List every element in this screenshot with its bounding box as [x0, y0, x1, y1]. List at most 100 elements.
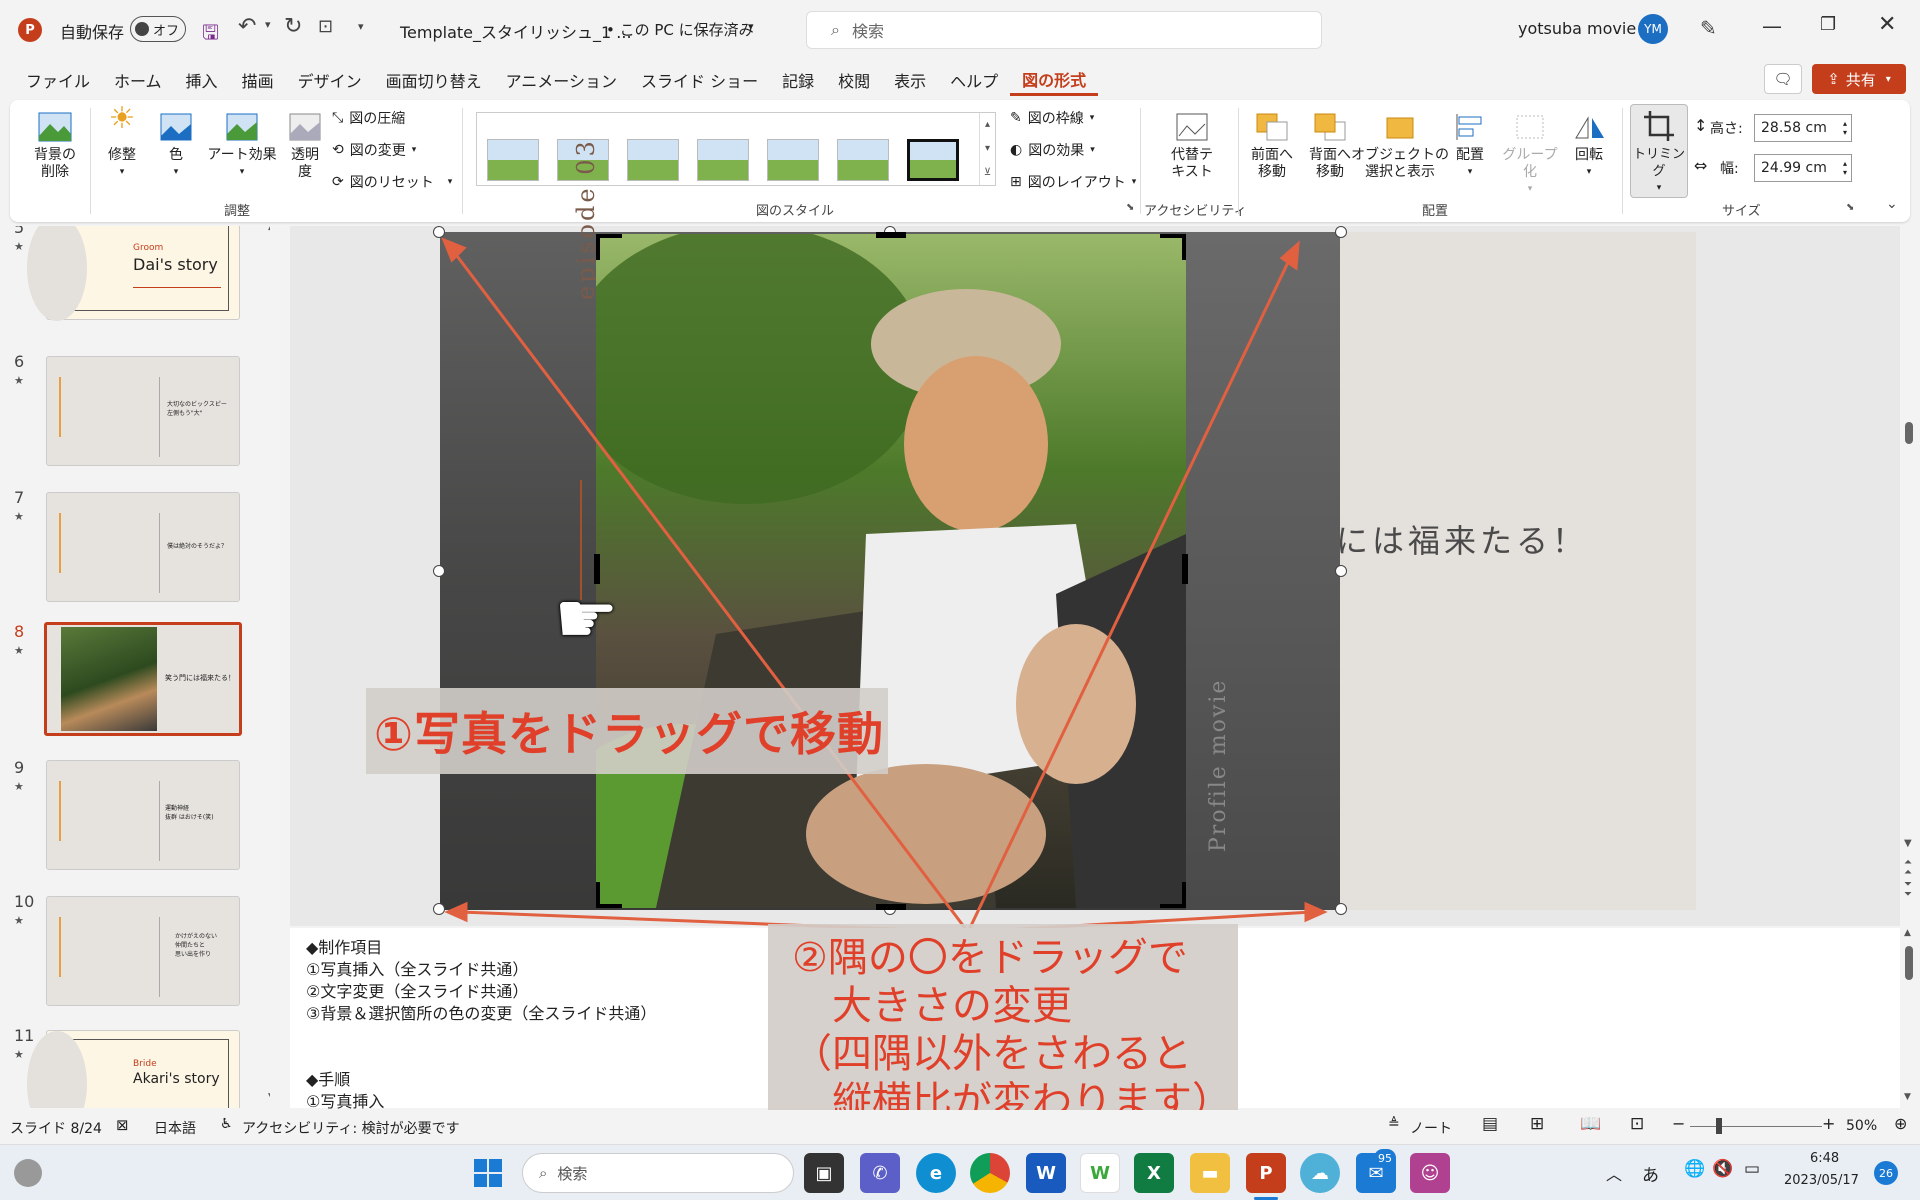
zoom-slider-thumb[interactable] — [1716, 1118, 1722, 1134]
search-box[interactable]: ⌕ 検索 — [806, 11, 1322, 49]
chevron-up-icon[interactable]: ▴ — [980, 113, 995, 137]
notification-badge[interactable]: 26 — [1874, 1161, 1898, 1185]
pen-icon[interactable]: ✎ — [1700, 16, 1717, 40]
cloud-app-icon[interactable]: ☁ — [1300, 1153, 1340, 1193]
widgets-icon[interactable] — [14, 1159, 42, 1187]
tab-draw[interactable]: 描画 — [230, 64, 286, 96]
slide-thumbnail-6[interactable]: 大切なのビックスピー 左側もう"大" — [46, 356, 240, 466]
slide-thumbnail-5[interactable]: Groom Dai's story — [27, 226, 240, 321]
scrollbar-thumb[interactable] — [1905, 422, 1913, 444]
photo[interactable] — [596, 234, 1186, 908]
language-indicator[interactable]: 日本語 — [154, 1118, 196, 1138]
height-input[interactable]: 28.58 cm ▴ ▾ — [1754, 114, 1852, 142]
tab-review[interactable]: 校閲 — [826, 64, 882, 96]
dialog-launcher-icon[interactable]: ⬊ — [1846, 202, 1854, 213]
scroll-down-icon[interactable]: ▼ — [1904, 838, 1912, 849]
slide-thumbnail-9[interactable]: 運動神経 抜群 はおけそ(笑) — [46, 760, 240, 870]
character-app-icon[interactable]: ☺ — [1410, 1153, 1450, 1193]
spinner-icon[interactable]: ▴ ▾ — [1843, 159, 1847, 177]
editor-scrollbar[interactable]: ▼ ⏶ ⏶ ⏷ ⏷ — [1900, 226, 1920, 908]
file-explorer-icon[interactable]: ▬ — [1190, 1153, 1230, 1193]
crop-button[interactable]: トリミング ▾ — [1630, 104, 1688, 198]
picture-style-7[interactable] — [907, 139, 959, 181]
remove-background-button[interactable]: 背景の 削除 — [26, 110, 84, 181]
task-view-icon[interactable]: ▣ — [804, 1153, 844, 1193]
avatar[interactable]: YM — [1638, 14, 1668, 44]
show-hidden-icons-icon[interactable]: ︿ — [1606, 1161, 1622, 1185]
normal-view-icon[interactable]: ▤ — [1482, 1114, 1498, 1134]
tab-slideshow[interactable]: スライド ショー — [629, 64, 770, 96]
chevron-down-icon[interactable]: ▾ — [980, 137, 995, 161]
compress-pictures-button[interactable]: ⤡ 図の圧縮 — [332, 108, 405, 128]
zoom-slider[interactable] — [1690, 1126, 1822, 1127]
accessibility-status[interactable]: アクセシビリティ: 検討が必要です — [242, 1118, 460, 1138]
picture-style-1[interactable] — [487, 139, 539, 181]
edge-icon[interactable]: e — [916, 1153, 956, 1193]
previous-slide-icon[interactable]: ⏶ ⏶ — [1904, 858, 1912, 878]
present-icon[interactable]: ⊡ — [318, 16, 333, 37]
picture-effects-button[interactable]: ◐ 図の効果 ▾ — [1010, 140, 1095, 160]
scroll-up-icon[interactable]: ▲ — [1904, 928, 1911, 938]
crop-handle-right[interactable] — [1182, 554, 1188, 584]
undo-dropdown-icon[interactable]: ▾ — [265, 18, 271, 31]
volume-muted-icon[interactable]: 🔇 — [1712, 1159, 1733, 1179]
zoom-level[interactable]: 50% — [1846, 1118, 1877, 1134]
slide-thumbnail-11[interactable]: Bride Akari's story — [27, 1030, 240, 1108]
transparency-button[interactable]: 透明 度 — [280, 110, 330, 181]
slide-thumbnail-8[interactable]: 笑う門には福来たる！ — [44, 622, 242, 736]
align-button[interactable]: 配置 ▾ — [1444, 110, 1496, 181]
spinner-icon[interactable]: ▴ ▾ — [1843, 119, 1847, 137]
ime-indicator[interactable]: あ — [1642, 1161, 1659, 1186]
tab-design[interactable]: デザイン — [286, 64, 374, 96]
thumbnail-scrollbar[interactable]: ▲ ▼ — [268, 226, 270, 1108]
slideshow-icon[interactable]: ⊡ — [1630, 1114, 1644, 1134]
tab-file[interactable]: ファイル — [14, 64, 102, 96]
group-button[interactable]: グループ化 ▾ — [1498, 110, 1562, 198]
crop-handle-bottom[interactable] — [876, 904, 906, 910]
minimize-icon[interactable]: — — [1762, 14, 1782, 38]
crop-handle-bottom-right[interactable] — [1160, 882, 1186, 908]
resize-handle-bottom-right[interactable] — [1335, 903, 1347, 915]
close-icon[interactable]: ✕ — [1878, 12, 1896, 37]
scroll-down-icon[interactable]: ▼ — [268, 1092, 270, 1102]
redo-icon[interactable]: ↻ — [284, 14, 302, 39]
crop-handle-top-left[interactable] — [596, 234, 622, 260]
clock-date[interactable]: 2023/05/17 — [1784, 1173, 1859, 1188]
gallery-scroll[interactable]: ▴ ▾ ⊻ — [979, 113, 995, 185]
clock-time[interactable]: 6:48 — [1810, 1151, 1839, 1166]
more-icon[interactable]: ⊻ — [980, 161, 995, 185]
slide-thumbnail-7[interactable]: 僕は絶対のそうだよ？ — [46, 492, 240, 602]
collapse-ribbon-icon[interactable]: ⌄ — [1886, 196, 1898, 212]
scroll-down-icon[interactable]: ▼ — [1904, 1092, 1911, 1102]
autosave-toggle[interactable]: オフ — [130, 16, 186, 42]
slide-sorter-icon[interactable]: ⊞ — [1530, 1114, 1544, 1134]
change-picture-button[interactable]: ⟲ 図の変更 ▾ — [332, 140, 416, 160]
fit-to-window-icon[interactable]: ⊕ — [1894, 1114, 1907, 1133]
width-input[interactable]: 24.99 cm ▴ ▾ — [1754, 154, 1852, 182]
resize-handle-bottom-left[interactable] — [433, 903, 445, 915]
spellcheck-icon[interactable]: ⊠ — [116, 1116, 129, 1134]
bring-forward-button[interactable]: 前面へ 移動 — [1244, 110, 1300, 181]
crop-handle-top[interactable] — [876, 232, 906, 238]
save-location[interactable]: • この PC に保存済み — [606, 19, 754, 40]
scroll-up-icon[interactable]: ▲ — [268, 226, 270, 232]
network-icon[interactable]: 🌐 — [1684, 1159, 1705, 1179]
tab-record[interactable]: 記録 — [770, 64, 826, 96]
battery-icon[interactable]: ▭ — [1744, 1159, 1760, 1179]
resize-handle-top-left[interactable] — [433, 226, 445, 238]
zoom-out-icon[interactable]: − — [1672, 1114, 1685, 1133]
reading-view-icon[interactable]: 📖 — [1580, 1114, 1601, 1134]
resize-handle-left[interactable] — [433, 565, 445, 577]
reset-picture-button[interactable]: ⟳ 図のリセット ▾ — [332, 172, 452, 192]
picture-style-6[interactable] — [837, 139, 889, 181]
excel-icon[interactable]: X — [1134, 1153, 1174, 1193]
tab-animations[interactable]: アニメーション — [494, 64, 629, 96]
restore-icon[interactable]: ❐ — [1820, 14, 1836, 35]
teams-icon[interactable]: ✆ — [860, 1153, 900, 1193]
next-slide-icon[interactable]: ⏷ ⏷ — [1904, 880, 1912, 900]
save-location-chevron-icon[interactable]: ▾ — [748, 20, 754, 33]
selection-pane-button[interactable]: オブジェクトの 選択と表示 — [1351, 110, 1449, 181]
rotate-button[interactable]: 回転 ▾ — [1564, 110, 1614, 181]
start-icon[interactable] — [474, 1159, 502, 1187]
tab-view[interactable]: 表示 — [882, 64, 938, 96]
